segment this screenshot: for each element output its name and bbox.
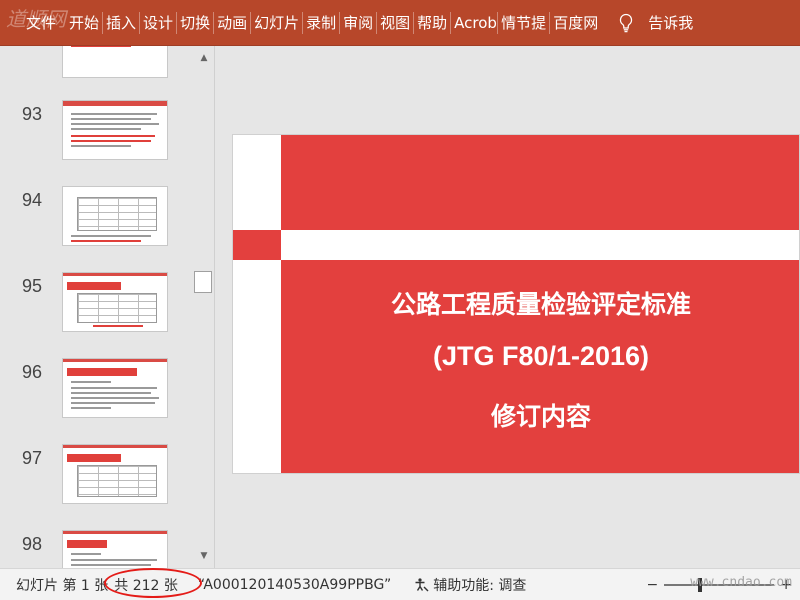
tab-storyboard[interactable]: 情节提 bbox=[498, 0, 549, 46]
current-slide[interactable]: 公路工程质量检验评定标准 (JTG F80/1-2016) 修订内容 bbox=[232, 134, 800, 474]
thumbnail-row[interactable]: 96 bbox=[0, 358, 194, 438]
thumbnail-scrollbar[interactable]: ▲ ▼ bbox=[194, 46, 214, 568]
thumbnail-row[interactable]: 97 bbox=[0, 444, 194, 524]
thumbnail-number: 97 bbox=[22, 448, 43, 468]
slide-red-accent bbox=[233, 230, 281, 260]
thumbnail-row[interactable]: 98 bbox=[0, 530, 194, 568]
thumbnail-number: 95 bbox=[22, 276, 43, 296]
tab-design[interactable]: 设计 bbox=[140, 0, 176, 46]
theme-name: “A000120140530A99PPBG” bbox=[197, 576, 392, 593]
lightbulb-icon[interactable] bbox=[615, 0, 637, 46]
slide-thumbnail-pane[interactable]: 93 94 95 96 97 98 bbox=[0, 46, 194, 568]
tab-animations[interactable]: 动画 bbox=[214, 0, 250, 46]
thumbnail-number: 94 bbox=[22, 190, 43, 210]
scrollbar-thumb[interactable] bbox=[194, 271, 212, 293]
accessibility-icon bbox=[415, 577, 429, 591]
thumbnail-number: 96 bbox=[22, 362, 43, 382]
zoom-out-button[interactable]: − bbox=[647, 577, 659, 593]
thumbnail-number: 98 bbox=[22, 534, 43, 554]
tab-file[interactable]: 文件 bbox=[0, 0, 66, 46]
tab-review[interactable]: 审阅 bbox=[340, 0, 376, 46]
slide-thumbnail[interactable] bbox=[62, 358, 168, 418]
tab-home[interactable]: 开始 bbox=[66, 0, 102, 46]
site-watermark: www.cndao.com bbox=[690, 575, 792, 590]
tell-me-search[interactable]: 告诉我 bbox=[645, 0, 696, 46]
thumbnail-row[interactable]: 94 bbox=[0, 186, 194, 266]
highlight-ellipse bbox=[104, 567, 203, 598]
tab-record[interactable]: 录制 bbox=[303, 0, 339, 46]
slide-thumbnail[interactable] bbox=[62, 186, 168, 246]
slide-thumbnail[interactable] bbox=[62, 444, 168, 504]
tab-acrobat[interactable]: Acrob bbox=[451, 0, 497, 46]
tab-view[interactable]: 视图 bbox=[377, 0, 413, 46]
slide-thumbnail[interactable] bbox=[62, 530, 168, 568]
scroll-down-arrow-icon[interactable]: ▼ bbox=[196, 548, 212, 564]
slide-subtitle-code[interactable]: (JTG F80/1-2016) bbox=[281, 341, 799, 372]
status-bar: 幻灯片 第 1 张 共 212 张 “A000120140530A99PPBG”… bbox=[0, 567, 800, 600]
tab-baidu-netdisk[interactable]: 百度网 bbox=[550, 0, 601, 46]
ribbon-tab-bar: 文件 开始 插入 设计 切换 动画 幻灯片 录制 审阅 视图 帮助 Acrob … bbox=[0, 0, 800, 46]
tab-transitions[interactable]: 切换 bbox=[177, 0, 213, 46]
thumbnail-row[interactable]: 93 bbox=[0, 100, 194, 180]
slide-thumbnail[interactable] bbox=[62, 272, 168, 332]
slide-title[interactable]: 公路工程质量检验评定标准 bbox=[281, 285, 799, 321]
accessibility-label: 辅助功能: 调查 bbox=[433, 577, 527, 594]
slide-white-stripe bbox=[281, 230, 799, 260]
accessibility-status[interactable]: 辅助功能: 调查 bbox=[413, 575, 526, 595]
thumbnail-row[interactable] bbox=[0, 46, 194, 98]
scroll-up-arrow-icon[interactable]: ▲ bbox=[196, 50, 212, 66]
tab-help[interactable]: 帮助 bbox=[414, 0, 450, 46]
tab-insert[interactable]: 插入 bbox=[103, 0, 139, 46]
slide-total: 共 212 张 bbox=[104, 567, 203, 598]
slide-subtitle[interactable]: 修订内容 bbox=[281, 397, 799, 433]
slide-indicator[interactable]: 幻灯片 第 1 张 bbox=[16, 575, 108, 595]
tab-slideshow[interactable]: 幻灯片 bbox=[251, 0, 302, 46]
slide-thumbnail[interactable] bbox=[62, 46, 168, 78]
slide-thumbnail[interactable] bbox=[62, 100, 168, 160]
thumbnail-number: 93 bbox=[22, 104, 43, 124]
thumbnail-row[interactable]: 95 bbox=[0, 272, 194, 352]
